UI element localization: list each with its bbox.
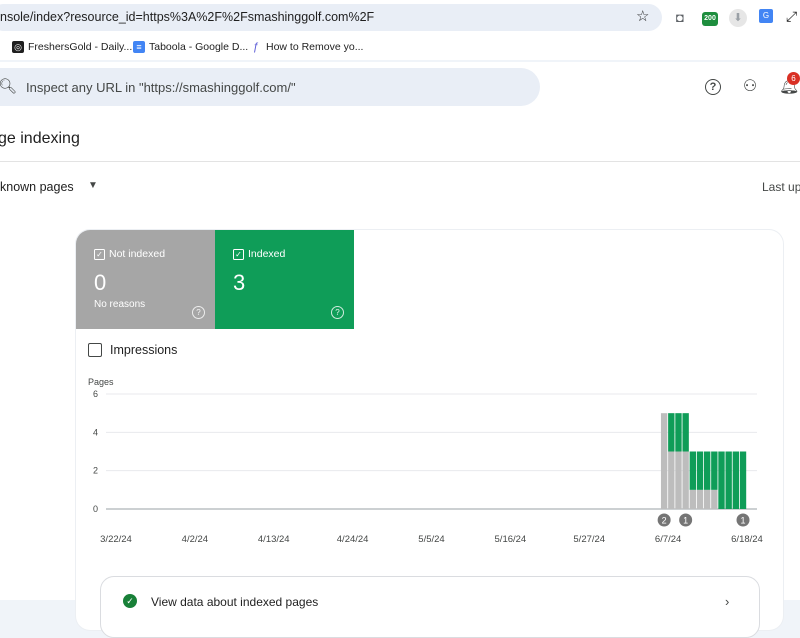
google-docs-icon: ≡	[133, 41, 145, 53]
x-tick-label: 5/5/24	[418, 534, 444, 545]
y-axis-label: Pages	[88, 377, 114, 387]
y-tick-label: 2	[93, 466, 98, 476]
stat-label: Not indexed	[109, 248, 166, 260]
x-tick-label: 4/2/24	[182, 534, 208, 545]
bar-indexed	[739, 451, 747, 509]
download-extension-icon[interactable]: ⬇	[729, 9, 747, 27]
bar-indexed	[668, 413, 675, 452]
x-tick-label: 4/24/24	[337, 534, 369, 545]
x-tick-label: 4/13/24	[258, 534, 290, 545]
y-tick-label: 6	[93, 389, 98, 399]
bar-not-indexed	[703, 489, 711, 509]
bar-indexed	[696, 451, 704, 490]
bar-indexed	[718, 451, 725, 509]
bookmark-label: FreshersGold - Daily...	[28, 41, 133, 53]
bar-indexed	[725, 451, 732, 509]
http-status-extension-icon[interactable]: 200	[702, 12, 718, 26]
view-indexed-pages-link[interactable]: ✓ View data about indexed pages ›	[100, 576, 760, 638]
search-input[interactable]: Inspect any URL in "https://smashinggolf…	[26, 80, 296, 95]
pages-filter-dropdown[interactable]: known pages ▼	[0, 180, 98, 194]
bar-not-indexed	[682, 451, 689, 509]
indexed-stat[interactable]: ✓ Indexed 3 ?	[215, 230, 354, 329]
bar-indexed	[682, 413, 689, 452]
help-icon[interactable]: ?	[705, 79, 721, 95]
manage-users-icon[interactable]: ⚇	[741, 78, 759, 96]
annotation-label: 1	[741, 516, 746, 526]
bar-not-indexed	[696, 489, 704, 509]
checkbox-unchecked-icon[interactable]	[88, 343, 102, 357]
view-data-label: View data about indexed pages	[151, 595, 319, 609]
bookmark-how-to-remove[interactable]: ƒ How to Remove yo...	[250, 41, 363, 53]
not-indexed-stat[interactable]: ✓ Not indexed 0 No reasons ?	[76, 230, 215, 329]
help-icon[interactable]: ?	[192, 306, 205, 319]
divider	[0, 161, 800, 162]
x-tick-label: 5/27/24	[573, 534, 605, 545]
browser-toolbar: nsole/index?resource_id=https%3A%2F%2Fsm…	[0, 0, 800, 36]
help-icon[interactable]: ?	[331, 306, 344, 319]
main-content: ge indexing known pages ▼ Last up ✓ Not i…	[0, 112, 800, 638]
bar-indexed	[675, 413, 682, 452]
impressions-toggle[interactable]: Impressions	[88, 343, 177, 357]
caret-down-icon: ▼	[88, 180, 98, 191]
filter-label: known pages	[0, 180, 74, 194]
checkbox-checked-icon[interactable]: ✓	[94, 248, 105, 260]
indexing-chart-card: ✓ Not indexed 0 No reasons ? ✓ Indexed 3 ?…	[76, 230, 783, 638]
bookmark-label: Taboola - Google D...	[149, 41, 249, 53]
bar-indexed	[732, 451, 740, 509]
indexing-bar-chart: Pages 0 2 4 6 2 1 1 3/22/24 4/2/24 4/13/24 4/24/24 5…	[88, 377, 763, 545]
bookmark-taboola[interactable]: ≡ Taboola - Google D...	[133, 41, 248, 53]
url-inspection-search[interactable]: 🔍︎ Inspect any URL in "https://smashingg…	[0, 68, 540, 106]
search-icon: 🔍︎	[0, 78, 18, 95]
x-tick-label: 5/16/24	[495, 534, 527, 545]
bookmarks-bar: ◎ FreshersGold - Daily... ≡ Taboola - Go…	[0, 36, 800, 60]
bar-indexed	[689, 451, 697, 490]
checkbox-checked-icon[interactable]: ✓	[233, 248, 244, 260]
feather-icon: ƒ	[250, 41, 262, 53]
x-tick-label: 6/18/24	[731, 534, 763, 545]
address-bar[interactable]: nsole/index?resource_id=https%3A%2F%2Fsm…	[0, 4, 662, 31]
notification-count-badge: 6	[787, 72, 800, 85]
y-tick-label: 4	[93, 427, 98, 437]
bar-not-indexed	[711, 489, 718, 509]
last-updated-text: Last up	[762, 180, 800, 194]
bar-not-indexed	[689, 489, 697, 509]
stat-value: 0	[94, 270, 107, 295]
extension-icon[interactable]: ⤢	[786, 8, 797, 25]
impressions-label: Impressions	[110, 343, 178, 357]
bar-indexed	[703, 451, 711, 490]
search-console-header: 🔍︎ Inspect any URL in "https://smashingg…	[0, 62, 800, 112]
stat-value: 3	[233, 270, 246, 295]
stat-label: Indexed	[248, 248, 286, 260]
annotation-label: 1	[683, 516, 688, 526]
bar-indexed	[711, 451, 718, 490]
bookmark-star-icon[interactable]: ☆	[636, 7, 649, 25]
chevron-right-icon: ›	[725, 594, 730, 609]
y-tick-label: 0	[93, 504, 98, 514]
check-circle-icon: ✓	[123, 594, 137, 608]
address-bar-url[interactable]: nsole/index?resource_id=https%3A%2F%2Fsm…	[0, 10, 374, 24]
bar-not-indexed	[675, 451, 682, 509]
bookmark-label: How to Remove yo...	[266, 41, 364, 53]
x-tick-label: 3/22/24	[100, 534, 132, 545]
freshersgold-icon: ◎	[12, 41, 24, 53]
page-title: ge indexing	[0, 130, 80, 147]
bar-not-indexed	[660, 413, 668, 509]
stat-subtext: No reasons	[94, 299, 146, 310]
annotation-label: 2	[662, 516, 667, 526]
translate-icon[interactable]: G	[759, 9, 773, 23]
bar-not-indexed	[668, 451, 675, 509]
bookmark-freshersgold[interactable]: ◎ FreshersGold - Daily...	[12, 41, 132, 53]
x-tick-label: 6/7/24	[655, 534, 681, 545]
camera-icon[interactable]: ◘	[676, 10, 684, 25]
